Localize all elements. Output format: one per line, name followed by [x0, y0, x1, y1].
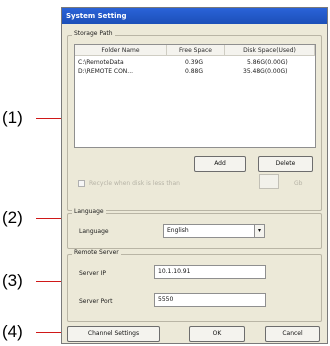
recycle-checkbox[interactable] — [78, 180, 85, 187]
language-group: Language Language English ▾ — [67, 208, 322, 249]
language-value: English — [167, 227, 189, 234]
callout-2: (2) — [2, 208, 23, 227]
storage-path-list[interactable]: Folder Name Free Space Disk Space(Used) … — [74, 44, 316, 148]
row-2-free: 0.88G — [185, 68, 204, 75]
server-ip-input[interactable]: 10.1.10.91 — [154, 265, 266, 279]
storage-path-title: Storage Path — [72, 30, 115, 37]
callout-3-line — [36, 281, 63, 282]
callout-1-line — [36, 118, 63, 119]
add-button[interactable]: Add — [194, 156, 246, 172]
column-folder-name[interactable]: Folder Name — [75, 45, 167, 56]
ok-button[interactable]: OK — [189, 326, 245, 342]
cancel-button[interactable]: Cancel — [265, 326, 320, 342]
storage-path-group: Storage Path Folder Name Free Space Disk… — [67, 30, 322, 211]
delete-button[interactable]: Delete — [258, 156, 313, 172]
row-1-folder: C:\RemoteData — [78, 59, 124, 66]
channel-settings-button[interactable]: Channel Settings — [67, 326, 160, 342]
callout-3: (3) — [2, 271, 23, 290]
column-free-space[interactable]: Free Space — [167, 45, 225, 56]
callout-2-line — [36, 218, 63, 219]
callout-1: (1) — [2, 108, 23, 127]
language-group-title: Language — [72, 208, 106, 215]
language-select[interactable]: English ▾ — [163, 224, 265, 238]
recycle-label: Recycle when disk is less than — [89, 180, 180, 187]
row-2-disk: 35.48G(0.00G) — [243, 68, 288, 75]
column-disk-space[interactable]: Disk Space(Used) — [225, 45, 315, 56]
remote-server-title: Remote Server — [72, 249, 121, 256]
server-port-input[interactable]: 5550 — [154, 293, 266, 307]
recycle-threshold-input[interactable] — [259, 174, 279, 189]
row-2-folder: D:\REMOTE CON... — [78, 68, 134, 75]
callout-4: (4) — [2, 322, 23, 341]
window-title: System Setting — [62, 8, 327, 24]
recycle-unit: Gb — [294, 180, 303, 187]
language-label: Language — [79, 228, 109, 235]
server-ip-label: Server IP — [79, 270, 106, 277]
system-setting-window: System Setting Storage Path Folder Name … — [61, 7, 328, 344]
chevron-down-icon[interactable]: ▾ — [254, 225, 264, 237]
remote-server-group: Remote Server Server IP 10.1.10.91 Serve… — [67, 249, 322, 322]
row-1-free: 0.39G — [185, 59, 204, 66]
server-port-label: Server Port — [79, 298, 113, 305]
callout-4-line — [36, 332, 63, 333]
row-1-disk: 5.86G(0.00G) — [247, 59, 288, 66]
